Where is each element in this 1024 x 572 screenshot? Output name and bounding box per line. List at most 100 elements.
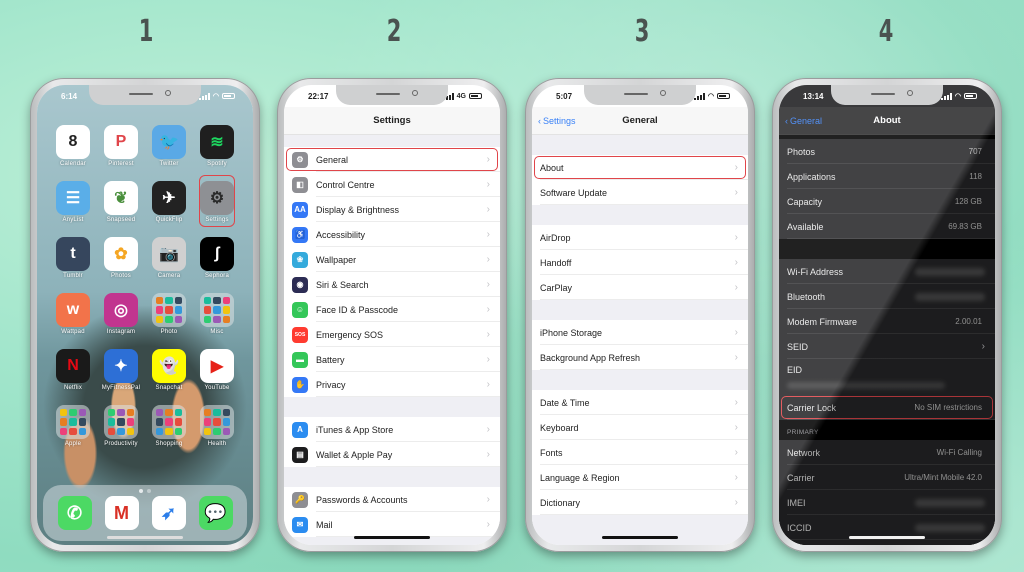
phone-about: 13:14 ◠ ‹ General About Photos 707 Applica… [772, 78, 1002, 552]
home-indicator[interactable] [849, 536, 925, 539]
redacted-value [915, 292, 985, 301]
battery-icon: ▬ [292, 351, 308, 368]
app-spotify[interactable]: ≋ Spotify [193, 125, 241, 167]
app-instagram[interactable]: ◎ Instagram [97, 293, 145, 335]
app-misc[interactable]: Misc [193, 293, 241, 335]
app-health[interactable]: Health [193, 405, 241, 447]
app-productivity[interactable]: Productivity [97, 405, 145, 447]
row-label: Photos [787, 146, 816, 157]
app-netflix[interactable]: N Netflix [49, 349, 97, 391]
app-calendar[interactable]: 8 Calendar [49, 125, 97, 167]
general-row-about[interactable]: About › [532, 155, 748, 180]
about-row-capacity: Capacity 128 GB [779, 189, 995, 214]
app-snapchat[interactable]: 👻 Snapchat [145, 349, 193, 391]
settings-row-control-centre[interactable]: ◧ Control Centre › [284, 172, 500, 197]
dock: ✆ M ➶ 💬 [43, 485, 247, 541]
app-anylist[interactable]: ☰ AnyList [49, 181, 97, 223]
folder-icon [152, 405, 186, 439]
settings-row-passwords-accounts[interactable]: 🔑 Passwords & Accounts › [284, 487, 500, 512]
notch [584, 85, 696, 105]
about-row-photos: Photos 707 [779, 139, 995, 164]
settings-row-mail[interactable]: ✉ Mail › [284, 512, 500, 537]
general-row-carplay[interactable]: CarPlay › [532, 275, 748, 300]
chevron-right-icon: › [734, 472, 738, 483]
row-label: About [540, 162, 564, 173]
app-tumblr[interactable]: t Tumblr [49, 237, 97, 279]
general-row-background-app-refresh[interactable]: Background App Refresh › [532, 345, 748, 370]
notch [336, 85, 448, 105]
chevron-right-icon: › [486, 204, 490, 215]
phone-icon[interactable]: ✆ [57, 496, 92, 530]
back-button[interactable]: ‹ General [785, 116, 822, 126]
app-apple[interactable]: Apple [49, 405, 97, 447]
row-value: 2.00.01 [955, 317, 982, 326]
nav-bar: Settings [284, 107, 500, 135]
home-indicator[interactable] [602, 536, 678, 539]
settings-row-privacy[interactable]: ✋ Privacy › [284, 372, 500, 397]
section-gap [284, 467, 500, 487]
calendar-icon: 8 [56, 125, 90, 159]
chevron-right-icon: › [486, 179, 490, 190]
app-sephora[interactable]: ʃ Sephora [193, 237, 241, 279]
settings-row-siri-search[interactable]: ◉ Siri & Search › [284, 272, 500, 297]
app-label: Productivity [104, 441, 138, 447]
general-row-handoff[interactable]: Handoff › [532, 250, 748, 275]
myfitnesspal-icon: ✦ [104, 349, 138, 383]
app-photo[interactable]: Photo [145, 293, 193, 335]
general-row-iphone-storage[interactable]: iPhone Storage › [532, 320, 748, 345]
app-pinterest[interactable]: P Pinterest [97, 125, 145, 167]
row-label: Wi-Fi Address [787, 266, 844, 277]
general-row-keyboard[interactable]: Keyboard › [532, 415, 748, 440]
phone-home-screen: 6:14 ◠ 8 Calendar P Pinterest 🐦 Twitter ≋ Spoti… [30, 78, 260, 552]
row-label: Applications [787, 171, 836, 182]
settings-row-battery[interactable]: ▬ Battery › [284, 347, 500, 372]
home-indicator[interactable] [107, 536, 183, 539]
settings-row-face-id-passcode[interactable]: ☺ Face ID & Passcode › [284, 297, 500, 322]
gmail-icon[interactable]: M [104, 496, 139, 530]
notch [89, 85, 201, 105]
general-row-language-region[interactable]: Language & Region › [532, 465, 748, 490]
app-shopping[interactable]: Shopping [145, 405, 193, 447]
app-youtube[interactable]: ▶ YouTube [193, 349, 241, 391]
redacted-value [915, 498, 985, 507]
display-icon: AA [292, 201, 308, 218]
settings-row-itunes-app-store[interactable]: AiTunes & App Store › [284, 417, 500, 442]
general-row-dictionary[interactable]: Dictionary › [532, 490, 748, 515]
app-camera[interactable]: 📷 Camera [145, 237, 193, 279]
app-settings[interactable]: ⚙ Settings [193, 175, 241, 227]
app-label: Snapchat [155, 385, 183, 391]
screen: 22:17 4G Settings ⚙ General › ◧ Control Cent… [284, 85, 500, 545]
row-value: Ultra/Mint Mobile 42.0 [904, 473, 982, 482]
row-label: Dictionary [540, 497, 581, 508]
instagram-icon: ◎ [104, 293, 138, 327]
about-row-seid[interactable]: SEID › [779, 334, 995, 359]
app-myfitnesspal[interactable]: ✦ MyFitnessPal [97, 349, 145, 391]
settings-row-accessibility[interactable]: ♿ Accessibility › [284, 222, 500, 247]
row-label: Language & Region [540, 472, 620, 483]
app-wattpad[interactable]: w Wattpad [49, 293, 97, 335]
general-row-software-update[interactable]: Software Update › [532, 180, 748, 205]
siri-icon: ◉ [292, 276, 308, 293]
settings-row-wallpaper[interactable]: ❀ Wallpaper › [284, 247, 500, 272]
app-label: Health [207, 441, 227, 447]
settings-row-general[interactable]: ⚙ General › [284, 147, 500, 172]
app-photos[interactable]: ✿ Photos [97, 237, 145, 279]
settings-row-wallet-apple-pay[interactable]: ▤ Wallet & Apple Pay › [284, 442, 500, 467]
home-indicator[interactable] [354, 536, 430, 539]
row-label: Carrier [787, 472, 815, 483]
app-snapseed[interactable]: ❦ Snapseed [97, 181, 145, 223]
settings-row-emergency-sos[interactable]: SOS Emergency SOS › [284, 322, 500, 347]
row-label: Software Update [540, 187, 608, 198]
row-label: EID [787, 365, 803, 375]
general-row-date-time[interactable]: Date & Time › [532, 390, 748, 415]
messages-icon[interactable]: 💬 [198, 496, 233, 530]
step-number-4: 4 [878, 14, 894, 49]
app-quickflip[interactable]: ✈ QuickFlip [145, 181, 193, 223]
general-row-airdrop[interactable]: AirDrop › [532, 225, 748, 250]
general-row-fonts[interactable]: Fonts › [532, 440, 748, 465]
control-centre-icon: ◧ [292, 176, 308, 193]
app-twitter[interactable]: 🐦 Twitter [145, 125, 193, 167]
safari-icon[interactable]: ➶ [151, 496, 186, 530]
settings-row-display-brightness[interactable]: AA Display & Brightness › [284, 197, 500, 222]
back-button[interactable]: ‹ Settings [538, 116, 576, 126]
